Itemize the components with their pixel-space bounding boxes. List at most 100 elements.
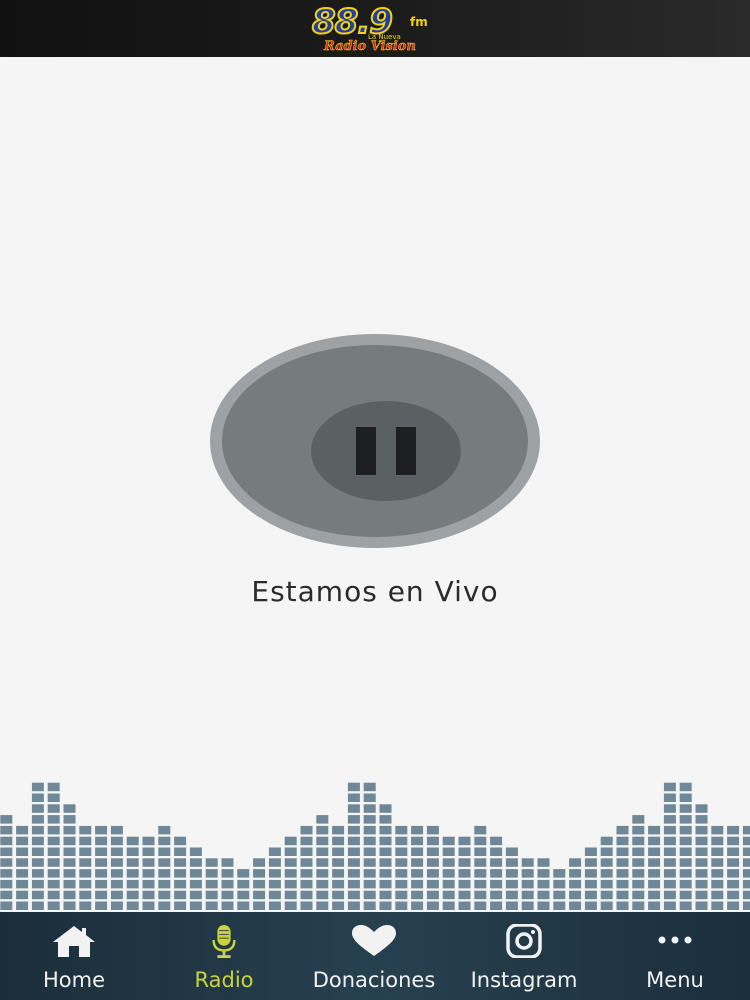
- equalizer-segment: [284, 901, 297, 910]
- equalizer-segment: [648, 847, 661, 856]
- equalizer-segment: [110, 901, 123, 910]
- equalizer-segment: [600, 836, 613, 846]
- equalizer-segment: [458, 890, 471, 900]
- equalizer-segment: [584, 879, 597, 889]
- equalizer-segment: [569, 901, 582, 910]
- equalizer-segment: [47, 793, 60, 802]
- equalizer-segment: [205, 901, 218, 910]
- equalizer-segment: [695, 879, 708, 889]
- equalizer-segment: [31, 901, 44, 910]
- equalizer-bar: [742, 825, 750, 910]
- equalizer-segment: [521, 879, 534, 889]
- equalizer-segment: [174, 847, 187, 856]
- equalizer-segment: [16, 858, 29, 867]
- logo-station-name: Radio Vision: [324, 38, 416, 54]
- equalizer-segment: [742, 901, 750, 910]
- equalizer-segment: [648, 890, 661, 900]
- equalizer-segment: [0, 825, 13, 835]
- equalizer-segment: [284, 847, 297, 856]
- equalizer-segment: [31, 825, 44, 835]
- equalizer-segment: [395, 847, 408, 856]
- equalizer-segment: [126, 858, 139, 867]
- equalizer-segment: [174, 890, 187, 900]
- equalizer-segment: [95, 825, 108, 835]
- equalizer-bar: [711, 825, 724, 910]
- equalizer-visualizer: [0, 782, 750, 910]
- equalizer-segment: [347, 901, 360, 910]
- equalizer-segment: [347, 782, 360, 792]
- nav-item-donaciones[interactable]: Donaciones: [300, 912, 448, 1000]
- equalizer-segment: [395, 869, 408, 878]
- equalizer-segment: [584, 847, 597, 856]
- bottom-navigation-bar: Home Radio Donaciones Instagram Menu: [0, 912, 750, 1000]
- equalizer-segment: [379, 825, 392, 835]
- equalizer-segment: [316, 879, 329, 889]
- equalizer-segment: [379, 890, 392, 900]
- equalizer-segment: [616, 825, 629, 835]
- nav-item-instagram[interactable]: Instagram: [450, 912, 598, 1000]
- equalizer-segment: [695, 847, 708, 856]
- equalizer-segment: [95, 901, 108, 910]
- equalizer-segment: [679, 782, 692, 792]
- equalizer-segment: [347, 858, 360, 867]
- pause-button[interactable]: [311, 401, 461, 501]
- equalizer-segment: [695, 858, 708, 867]
- equalizer-segment: [742, 879, 750, 889]
- equalizer-segment: [537, 869, 550, 878]
- equalizer-segment: [632, 879, 645, 889]
- equalizer-segment: [31, 890, 44, 900]
- equalizer-bar: [316, 815, 329, 910]
- equalizer-segment: [411, 901, 424, 910]
- equalizer-segment: [426, 847, 439, 856]
- equalizer-segment: [95, 858, 108, 867]
- nav-item-radio[interactable]: Radio: [150, 912, 298, 1000]
- equalizer-segment: [47, 858, 60, 867]
- equalizer-bar: [79, 825, 92, 910]
- equalizer-segment: [63, 825, 76, 835]
- equalizer-segment: [363, 815, 376, 824]
- equalizer-segment: [363, 901, 376, 910]
- equalizer-segment: [474, 901, 487, 910]
- equalizer-segment: [442, 901, 455, 910]
- equalizer-segment: [458, 836, 471, 846]
- equalizer-segment: [142, 858, 155, 867]
- equalizer-segment: [363, 847, 376, 856]
- equalizer-segment: [47, 890, 60, 900]
- equalizer-segment: [31, 782, 44, 792]
- nav-item-home[interactable]: Home: [0, 912, 148, 1000]
- equalizer-segment: [300, 847, 313, 856]
- nav-item-menu[interactable]: Menu: [600, 912, 750, 1000]
- equalizer-segment: [158, 879, 171, 889]
- equalizer-segment: [221, 890, 234, 900]
- equalizer-segment: [110, 890, 123, 900]
- equalizer-segment: [600, 869, 613, 878]
- equalizer-segment: [632, 815, 645, 824]
- equalizer-segment: [442, 847, 455, 856]
- equalizer-bar: [584, 847, 597, 910]
- equalizer-segment: [205, 879, 218, 889]
- equalizer-segment: [411, 847, 424, 856]
- equalizer-segment: [300, 890, 313, 900]
- equalizer-bar: [679, 782, 692, 910]
- equalizer-segment: [47, 825, 60, 835]
- equalizer-segment: [411, 825, 424, 835]
- equalizer-bar: [158, 825, 171, 910]
- equalizer-segment: [142, 847, 155, 856]
- live-status-text: Estamos en Vivo: [251, 575, 499, 608]
- equalizer-segment: [537, 901, 550, 910]
- equalizer-bar: [411, 825, 424, 910]
- equalizer-segment: [679, 847, 692, 856]
- equalizer-segment: [95, 879, 108, 889]
- equalizer-segment: [158, 825, 171, 835]
- equalizer-segment: [679, 890, 692, 900]
- equalizer-segment: [695, 890, 708, 900]
- pause-icon-bar-left: [356, 427, 376, 475]
- equalizer-segment: [347, 847, 360, 856]
- equalizer-segment: [474, 858, 487, 867]
- equalizer-segment: [363, 858, 376, 867]
- equalizer-segment: [727, 847, 740, 856]
- equalizer-segment: [679, 793, 692, 802]
- equalizer-segment: [332, 869, 345, 878]
- equalizer-segment: [284, 858, 297, 867]
- equalizer-segment: [458, 901, 471, 910]
